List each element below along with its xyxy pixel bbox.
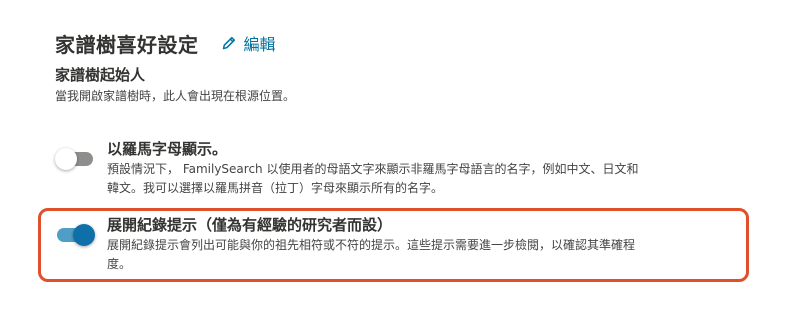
starting-person-description: 當我開啟家譜樹時，此人會出現在根源位置。	[55, 89, 296, 103]
expanded-record-hints-toggle[interactable]	[55, 214, 95, 254]
romanized-names-option: 以羅馬字母顯示。 預設情況下， FamilySearch 以使用者的母語文字來顯…	[55, 138, 745, 198]
toggle-knob	[55, 148, 77, 170]
option-text: 以羅馬字母顯示。 預設情況下， FamilySearch 以使用者的母語文字來顯…	[107, 138, 745, 198]
option-description-line-1: 展開紀錄提示會列出可能與你的祖先相符或不符的提示。這些提示需要進一步檢閱，以確認…	[107, 238, 636, 252]
option-description-line-2: 韓文。我可以選擇以羅馬拼音（拉丁）字母來顯示所有的名字。	[107, 181, 444, 195]
expanded-record-hints-option: 展開紀錄提示（僅為有經驗的研究者而設） 展開紀錄提示會列出可能與你的祖先相符或不…	[55, 214, 745, 274]
tree-preferences-section: 家譜樹喜好設定 編輯 家譜樹起始人 當我開啟家譜樹時，此人會出現在根源位置。	[55, 26, 765, 106]
starting-person-title: 家譜樹起始人	[55, 66, 146, 84]
toggle-knob	[73, 224, 95, 246]
option-text: 展開紀錄提示（僅為有經驗的研究者而設） 展開紀錄提示會列出可能與你的祖先相符或不…	[107, 214, 745, 274]
option-title: 展開紀錄提示（僅為有經驗的研究者而設）	[107, 216, 393, 234]
edit-button[interactable]: 編輯	[221, 31, 276, 55]
option-description-line-2: 度。	[107, 257, 132, 271]
pencil-icon	[222, 36, 235, 50]
page-title: 家譜樹喜好設定	[55, 32, 199, 57]
edit-label: 編輯	[243, 35, 276, 54]
option-description-line-1: 預設情況下， FamilySearch 以使用者的母語文字來顯示非羅馬字母語言的…	[107, 162, 639, 176]
header-row: 家譜樹喜好設定 編輯	[55, 26, 765, 60]
option-title: 以羅馬字母顯示。	[107, 140, 228, 158]
romanized-names-toggle[interactable]	[55, 138, 95, 178]
